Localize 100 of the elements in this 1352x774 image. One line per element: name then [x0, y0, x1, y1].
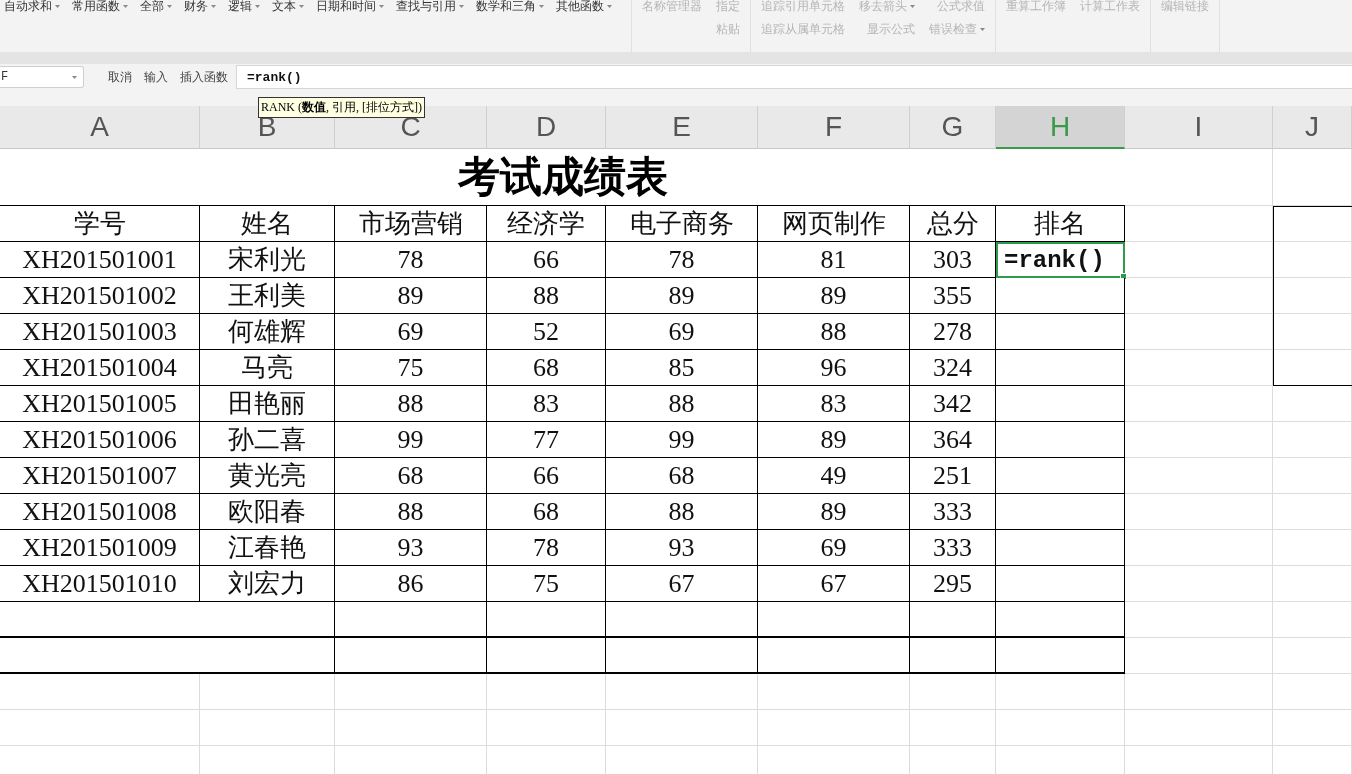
table-cell: 66 [487, 242, 606, 278]
function-menu[interactable]: 常用函数 [72, 0, 128, 12]
table-cell: 75 [487, 566, 606, 602]
header-cell: 市场营销 [335, 206, 487, 242]
header-cell: 网页制作 [758, 206, 910, 242]
column-header[interactable]: G [910, 106, 996, 149]
formula-button[interactable]: 插入函数 [180, 68, 228, 86]
table-cell: 93 [606, 530, 758, 566]
header-cell: 经济学 [487, 206, 606, 242]
table-cell: 83 [758, 386, 910, 422]
table-cell: 67 [758, 566, 910, 602]
table-cell: 88 [758, 314, 910, 350]
column-header[interactable]: J [1273, 106, 1352, 149]
table-cell: 66 [487, 458, 606, 494]
table-cell: 324 [910, 350, 996, 386]
table-cell: 68 [335, 458, 487, 494]
table-cell: 刘宏力 [200, 566, 335, 602]
function-menu[interactable]: 自动求和 [4, 0, 60, 12]
table-cell: 96 [758, 350, 910, 386]
table-cell: 52 [487, 314, 606, 350]
table-cell: 88 [335, 386, 487, 422]
table-cell: 89 [335, 278, 487, 314]
table-cell: 69 [758, 530, 910, 566]
table-cell: 77 [487, 422, 606, 458]
table-cell: 69 [606, 314, 758, 350]
formula-field[interactable]: =rank() [236, 65, 1352, 89]
table-cell: 364 [910, 422, 996, 458]
function-menu[interactable]: 文本 [272, 0, 304, 12]
function-menu[interactable]: 逻辑 [228, 0, 260, 12]
table-cell: 85 [606, 350, 758, 386]
table-cell: 295 [910, 566, 996, 602]
table-cell: XH201501010 [0, 566, 200, 602]
function-menu[interactable]: 查找与引用 [396, 0, 464, 12]
table-cell: 342 [910, 386, 996, 422]
function-menu[interactable]: 日期和时间 [316, 0, 384, 12]
table-cell: 93 [335, 530, 487, 566]
table-cell: 67 [606, 566, 758, 602]
name-box[interactable]: F [0, 66, 84, 88]
table-cell: 88 [335, 494, 487, 530]
column-header[interactable]: A [0, 106, 200, 149]
table-cell: XH201501005 [0, 386, 200, 422]
table-cell: XH201501001 [0, 242, 200, 278]
table-cell: 江春艳 [200, 530, 335, 566]
table-cell: XH201501002 [0, 278, 200, 314]
table-cell: 78 [487, 530, 606, 566]
table-cell: 田艳丽 [200, 386, 335, 422]
active-cell[interactable]: =rank() [996, 242, 1125, 278]
table-cell: 王利美 [200, 278, 335, 314]
header-cell: 总分 [910, 206, 996, 242]
table-cell: XH201501003 [0, 314, 200, 350]
header-cell: 排名 [996, 206, 1125, 242]
table-cell: 孙二喜 [200, 422, 335, 458]
column-header[interactable]: F [758, 106, 910, 149]
table-cell: 69 [335, 314, 487, 350]
function-menu[interactable]: 全部 [140, 0, 172, 12]
function-menu[interactable]: 其他函数 [556, 0, 612, 12]
table-cell: XH201501006 [0, 422, 200, 458]
table-cell: 马亮 [200, 350, 335, 386]
table-cell: 89 [758, 278, 910, 314]
function-menu[interactable]: 财务 [184, 0, 216, 12]
formula-button[interactable]: 取消 [108, 68, 132, 86]
formula-button[interactable]: 输入 [144, 68, 168, 86]
column-header[interactable]: I [1125, 106, 1273, 149]
table-cell: 333 [910, 530, 996, 566]
table-cell: 81 [758, 242, 910, 278]
table-cell: 333 [910, 494, 996, 530]
table-cell: 何雄辉 [200, 314, 335, 350]
header-cell: 电子商务 [606, 206, 758, 242]
column-header[interactable]: E [606, 106, 758, 149]
table-cell: 88 [487, 278, 606, 314]
table-cell: XH201501009 [0, 530, 200, 566]
table-cell: 68 [606, 458, 758, 494]
table-cell: 宋利光 [200, 242, 335, 278]
caret-icon [72, 75, 77, 79]
table-cell: 251 [910, 458, 996, 494]
table-cell: 89 [758, 494, 910, 530]
table-cell: 89 [606, 278, 758, 314]
table-cell: XH201501004 [0, 350, 200, 386]
function-menu[interactable]: 数学和三角 [476, 0, 544, 12]
column-header[interactable]: D [487, 106, 606, 149]
table-cell: 68 [487, 350, 606, 386]
table-cell: XH201501007 [0, 458, 200, 494]
table-cell: 68 [487, 494, 606, 530]
table-cell: 78 [335, 242, 487, 278]
header-cell: 姓名 [200, 206, 335, 242]
table-cell: 99 [335, 422, 487, 458]
table-cell: 欧阳春 [200, 494, 335, 530]
table-cell: 49 [758, 458, 910, 494]
table-cell: 88 [606, 494, 758, 530]
table-cell: 黄光亮 [200, 458, 335, 494]
table-cell: XH201501008 [0, 494, 200, 530]
table-cell: 278 [910, 314, 996, 350]
table-cell: 99 [606, 422, 758, 458]
table-cell: 78 [606, 242, 758, 278]
table-cell: 83 [487, 386, 606, 422]
table-cell: 303 [910, 242, 996, 278]
table-cell: 86 [335, 566, 487, 602]
table-cell: 88 [606, 386, 758, 422]
table-cell: 75 [335, 350, 487, 386]
header-cell: 学号 [0, 206, 200, 242]
